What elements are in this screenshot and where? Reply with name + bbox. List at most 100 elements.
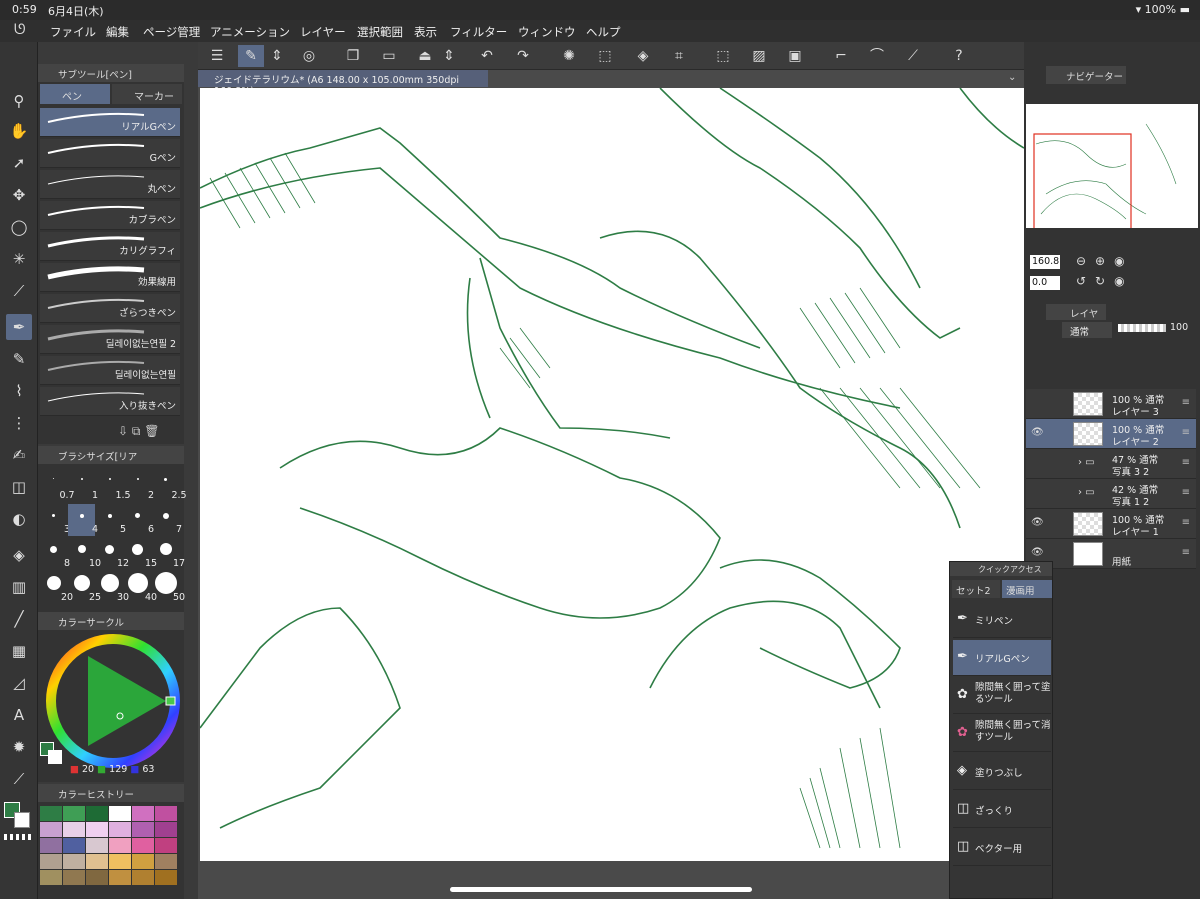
loading-icon[interactable]: ✺ [556,45,582,67]
navigator-zoom-controls[interactable]: ⊖⊕◉ [1076,254,1134,268]
brush-size-item[interactable]: 5 [96,504,126,536]
menu-filter[interactable]: フィルター [450,24,507,40]
angle-value[interactable]: 0.0 [1030,276,1060,290]
brush-icon[interactable]: ⌇ [6,378,32,404]
airbrush-icon[interactable]: ⋮ [6,410,32,436]
subtool-actions[interactable]: ⇩ ⧉ 🗑 [118,424,160,439]
brush-item[interactable]: 딜레이없는연필 [40,356,180,385]
brush-size-item[interactable]: 6 [124,504,154,536]
opacity-slider[interactable] [1118,324,1166,332]
edit-mode-icon[interactable]: ✎ [238,45,264,67]
blend-mode-select[interactable]: 通常 [1062,322,1112,338]
color-swatch[interactable] [40,822,62,837]
undo-icon[interactable]: ↶ [474,45,500,67]
layer-row[interactable]: 👁 100 % 通常 レイヤー 2 ≡ [1026,419,1196,449]
color-swatch[interactable] [155,822,177,837]
brush-size-item[interactable]: 2 [124,470,154,502]
color-swatch[interactable] [132,806,154,821]
color-swatch[interactable] [86,838,108,853]
clear-icon[interactable]: ⬚ [592,45,618,67]
brush-size-item[interactable]: 25 [68,572,101,604]
brush-size-item[interactable]: 0.7 [40,470,75,502]
brush-size-item[interactable]: 1.5 [96,470,131,502]
save-icon[interactable]: ⏏ [412,45,438,67]
navigator-preview[interactable] [1026,104,1198,231]
hand-icon[interactable]: ✋ [6,118,32,144]
eyedropper-icon[interactable]: ⟋ [6,278,32,304]
color-swatch[interactable] [109,838,131,853]
quick-item[interactable]: ◈ 塗りつぶし [953,754,1051,790]
brush-item[interactable]: リアルGペン [40,108,180,137]
figure-icon[interactable]: ╱ [6,606,32,632]
eraser-icon[interactable]: ◫ [6,474,32,500]
sub-color-mini[interactable] [48,750,62,764]
brush-size-item[interactable]: 12 [96,538,129,570]
color-swatch[interactable] [109,822,131,837]
color-swatch[interactable] [40,870,62,885]
move-icon[interactable]: ✥ [6,182,32,208]
color-swatch[interactable] [109,806,131,821]
correct-line-icon[interactable]: ⟋ [6,766,32,792]
operation-icon[interactable]: ➚ [6,150,32,176]
quick-item[interactable]: ✿ 隙間無く囲って消すツール [953,716,1051,752]
color-wheel[interactable] [46,634,180,768]
menu-layer[interactable]: レイヤー [300,24,346,40]
open-folder-icon[interactable]: ▭ [376,45,402,67]
app-logo-icon[interactable]: ᘎ [14,22,26,38]
brush-size-item[interactable]: 2.5 [152,470,187,502]
magic-wand-icon[interactable]: ✳ [6,246,32,272]
invert-selection-icon[interactable]: ▨ [746,45,772,67]
deselect-icon[interactable]: ⬚ [710,45,736,67]
fill-icon[interactable]: ◈ [630,45,656,67]
menu-selection[interactable]: 選択範囲 [357,24,403,40]
color-swatch[interactable] [109,854,131,869]
brush-size-item[interactable]: 20 [40,572,73,604]
brush-item[interactable]: 丸ペン [40,170,180,199]
color-swatch[interactable] [132,854,154,869]
blend-icon[interactable]: ◐ [6,506,32,532]
tab-manga[interactable]: 漫画用 [1002,580,1052,598]
color-swatch[interactable] [132,870,154,885]
layer-row[interactable]: › ▭ 47 % 通常 写真 3 2 ≡ [1026,449,1196,479]
color-swatch[interactable] [63,838,85,853]
color-swatch[interactable] [63,806,85,821]
brush-item[interactable]: 入り抜きペン [40,387,180,416]
menu-file[interactable]: ファイル [50,24,96,40]
document-tab[interactable]: ジェイドテラリウム* (A6 148.00 x 105.00mm 350dpi … [198,70,488,97]
quick-item[interactable]: ✿ 隙間無く囲って塗るツール [953,678,1051,714]
sub-color-swatch[interactable] [14,812,30,828]
color-swatch[interactable] [86,822,108,837]
brush-size-item[interactable]: 7 [152,504,182,536]
quick-item[interactable]: ◫ ざっくり [953,792,1051,828]
quick-item[interactable]: ◫ ベクター用 [953,830,1051,866]
color-swatch[interactable] [40,806,62,821]
decoration-icon[interactable]: ✍ [6,442,32,468]
lasso-icon[interactable]: ◯ [6,214,32,240]
new-file-icon[interactable]: ❐ [340,45,366,67]
brush-size-item[interactable]: 4 [68,504,98,536]
selection-border-icon[interactable]: ▣ [782,45,808,67]
brush-size-item[interactable]: 50 [152,572,185,604]
menu-page[interactable]: ページ管理 [143,24,200,40]
drawing-canvas[interactable] [199,87,1025,861]
layer-row[interactable]: 👁 100 % 通常 レイヤー 1 ≡ [1026,509,1196,539]
layer-row[interactable]: › ▭ 42 % 通常 写真 1 2 ≡ [1026,479,1196,509]
color-swatch[interactable] [40,838,62,853]
color-swatch[interactable] [132,838,154,853]
brush-size-item[interactable]: 40 [124,572,157,604]
navigator-rotate-controls[interactable]: ↺↻◉ [1076,274,1134,288]
menu-help[interactable]: ヘルプ [586,24,621,40]
color-swatch[interactable] [63,822,85,837]
brush-item[interactable]: 딜레이없는연필 2 [40,325,180,354]
color-swatch[interactable] [132,822,154,837]
color-swatch[interactable] [63,854,85,869]
color-swatch[interactable] [63,870,85,885]
color-swatch[interactable] [155,854,177,869]
color-swatch[interactable] [155,838,177,853]
brush-icon[interactable]: ⌒ [864,45,890,67]
tab-pen[interactable]: ペン [40,84,110,104]
brush-item[interactable]: Gペン [40,139,180,168]
brush-size-item[interactable]: 15 [124,538,157,570]
brush-item[interactable]: 効果線用 [40,263,180,292]
updown-arrows-icon[interactable]: ⇕ [442,45,456,67]
